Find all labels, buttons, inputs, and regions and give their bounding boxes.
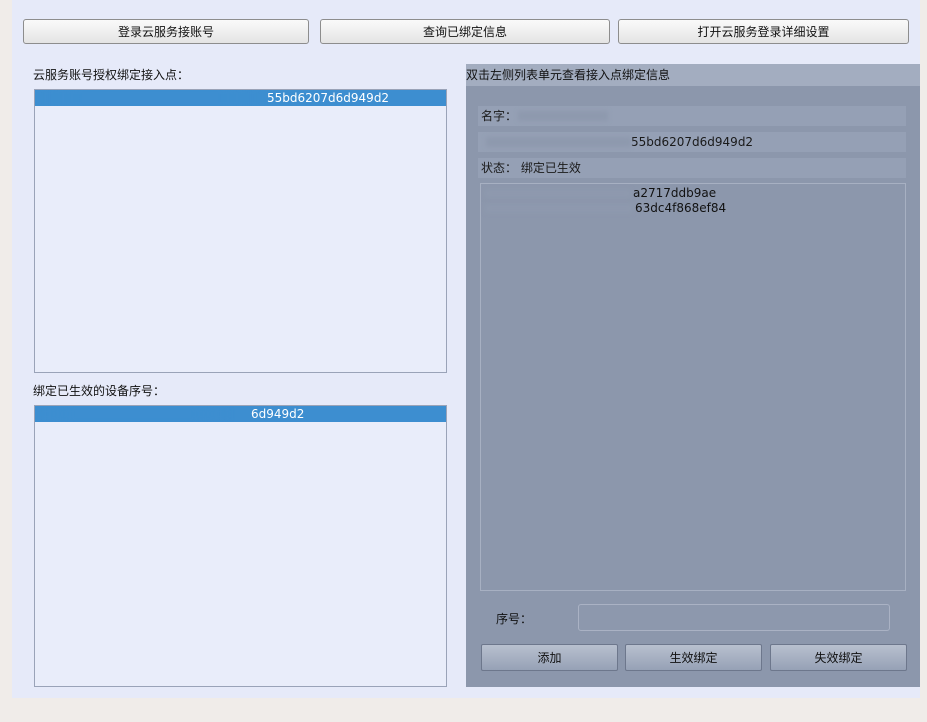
- device-id-text: a2717ddb9ae: [633, 186, 717, 200]
- main-panel: 登录云服务接账号 查询已绑定信息 打开云服务登录详细设置 云服务账号授权绑定接入…: [12, 0, 920, 698]
- list-item[interactable]: 63dc4f868ef84: [485, 201, 901, 216]
- serial-label: 序号：: [496, 612, 533, 626]
- query-bound-info-button[interactable]: 查询已绑定信息: [320, 19, 610, 44]
- serial-input[interactable]: [578, 604, 890, 631]
- device-id-text: 63dc4f868ef84: [635, 201, 727, 215]
- devices-list[interactable]: 6d949d2: [34, 405, 447, 687]
- id-row: 55bd6207d6d949d2: [478, 132, 906, 152]
- redaction-mask: [486, 137, 631, 147]
- disable-binding-button[interactable]: 失效绑定: [770, 644, 907, 671]
- redaction-mask: [35, 408, 231, 420]
- list-item[interactable]: 55bd6207d6d949d2: [35, 90, 446, 106]
- list-item[interactable]: 6d949d2: [35, 406, 446, 422]
- redaction-mask: [35, 90, 265, 106]
- status-row: 状态： 绑定已生效: [478, 158, 906, 178]
- access-points-list[interactable]: 55bd6207d6d949d2: [34, 89, 447, 373]
- add-button[interactable]: 添加: [481, 644, 618, 671]
- enable-binding-button[interactable]: 生效绑定: [625, 644, 762, 671]
- open-cloud-settings-button[interactable]: 打开云服务登录详细设置: [618, 19, 909, 44]
- access-points-label: 云服务账号授权绑定接入点：: [33, 68, 190, 82]
- list-item[interactable]: a2717ddb9ae: [485, 186, 901, 201]
- redaction-mask: [485, 189, 631, 198]
- devices-label: 绑定已生效的设备序号：: [33, 384, 166, 398]
- redaction-mask: [518, 111, 608, 121]
- name-label: 名字：: [481, 109, 518, 123]
- detail-header: 双击左侧列表单元查看接入点绑定信息: [466, 64, 920, 86]
- redaction-mask: [485, 204, 633, 213]
- bound-device-list[interactable]: a2717ddb9ae 63dc4f868ef84: [480, 183, 906, 591]
- binding-detail-panel: 双击左侧列表单元查看接入点绑定信息 名字： 55bd6207d6d949d2 状…: [466, 64, 920, 687]
- login-cloud-account-button[interactable]: 登录云服务接账号: [23, 19, 309, 44]
- name-row: 名字：: [478, 106, 906, 126]
